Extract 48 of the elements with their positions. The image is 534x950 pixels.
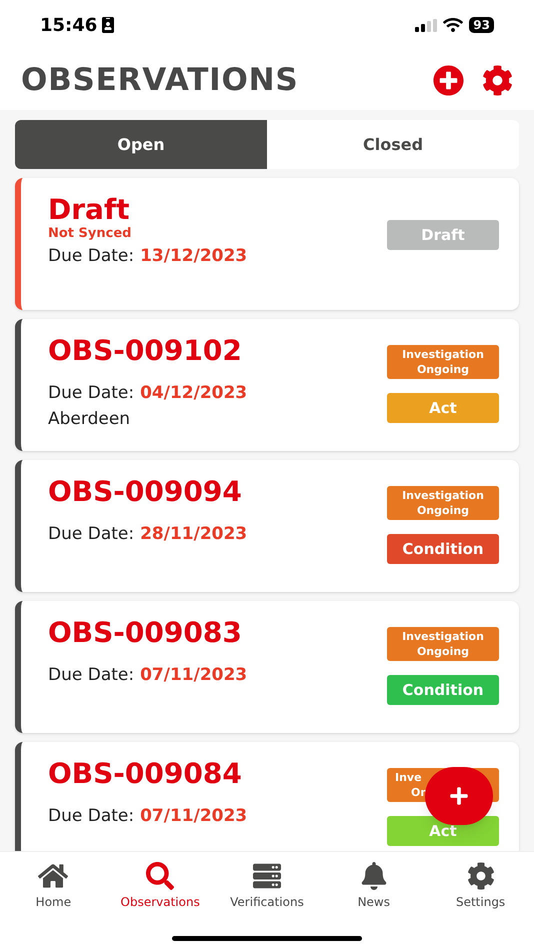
observation-title: Draft <box>48 194 131 226</box>
due-date: 13/12/2023 <box>140 245 248 268</box>
id-badge-icon <box>101 17 116 33</box>
status-tag: Act <box>387 393 499 423</box>
observation-card[interactable]: OBS-009083 Due Date: 07/11/2023 Investigation Ongoing Condition <box>15 601 519 733</box>
nav-tab[interactable]: News <box>324 862 424 911</box>
settings-icon[interactable] <box>482 64 513 96</box>
add-icon[interactable] <box>433 64 464 96</box>
status-tag: Investigation Ongoing <box>387 345 499 379</box>
due-date-label: Due Date: <box>48 805 134 828</box>
plus-icon <box>449 786 469 806</box>
status-tag: Draft <box>387 220 499 250</box>
due-date-label: Due Date: <box>48 664 134 687</box>
observation-title: OBS-009102 <box>48 335 243 367</box>
observation-title: OBS-009094 <box>48 476 243 508</box>
observation-card[interactable]: Draft Not Synced Due Date: 13/12/2023 Draft <box>15 178 519 310</box>
due-date: 07/11/2023 <box>140 805 248 828</box>
home-icon <box>38 862 68 890</box>
tag-text: Inve <box>394 770 423 785</box>
due-date: 04/12/2023 <box>140 382 248 405</box>
battery-level: 93 <box>469 17 494 33</box>
status-tag: Condition <box>387 675 499 705</box>
status-time: 15:46 <box>40 14 98 38</box>
due-date: 07/11/2023 <box>140 664 248 687</box>
due-date: 28/11/2023 <box>140 523 248 546</box>
observation-title: OBS-009083 <box>48 617 243 649</box>
search-icon <box>145 862 176 890</box>
observation-card[interactable]: OBS-009102 Due Date: 04/12/2023 Aberdeen Investigation Ongoing Act <box>15 319 519 451</box>
status-tag: Investigation Ongoing <box>387 627 499 661</box>
status-tag: Condition <box>387 534 499 564</box>
due-date-label: Due Date: <box>48 382 134 405</box>
nav-tab[interactable]: Observations <box>110 862 210 911</box>
signal-icon <box>415 18 438 32</box>
nav-tab[interactable]: Verifications <box>216 862 317 911</box>
page-title: OBSERVATIONS <box>21 60 298 100</box>
observation-title: OBS-009084 <box>48 758 243 790</box>
tab[interactable]: Open <box>15 120 267 169</box>
nav-tab[interactable]: Settings <box>430 862 531 911</box>
due-date-label: Due Date: <box>48 523 134 546</box>
server-icon <box>252 862 282 890</box>
sync-status: Not Synced <box>48 226 132 242</box>
wifi-icon <box>443 17 464 33</box>
nav-tab[interactable]: Home <box>3 862 104 911</box>
status-tag: Investigation Ongoing <box>387 486 499 520</box>
observation-card[interactable]: OBS-009094 Due Date: 28/11/2023 Investigation Ongoing Condition <box>15 460 519 592</box>
location: Aberdeen <box>48 408 132 430</box>
due-date-label: Due Date: <box>48 245 134 268</box>
settings-icon <box>466 862 496 890</box>
